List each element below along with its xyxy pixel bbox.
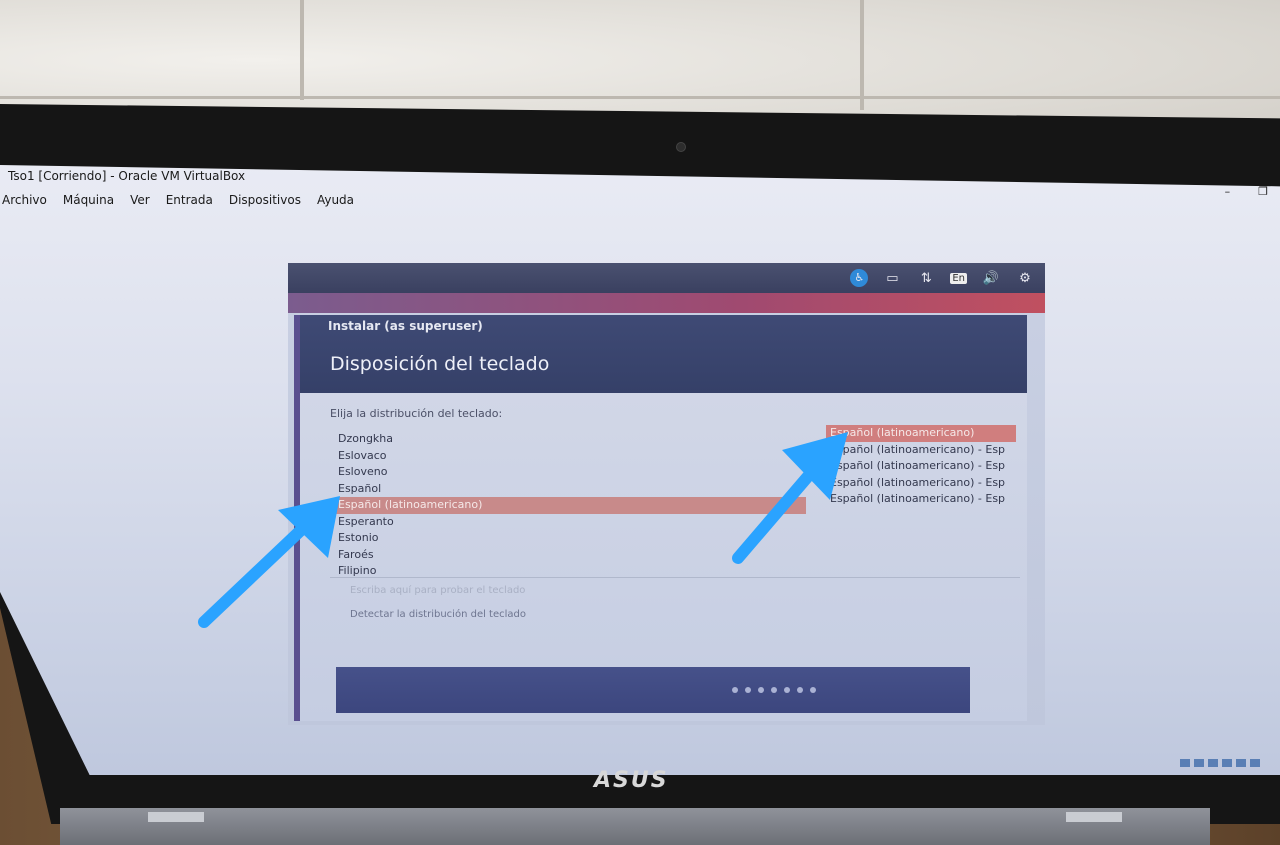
- progress-dots: [732, 687, 816, 693]
- progress-dot: [810, 687, 816, 693]
- progress-dot: [758, 687, 764, 693]
- annotation-arrow-left: [198, 496, 340, 628]
- dialog-subtitle: Instalar (as superuser): [328, 319, 483, 333]
- menu-ayuda[interactable]: Ayuda: [315, 193, 356, 207]
- installer-dialog: Instalar (as superuser) Disposición del …: [294, 315, 1027, 721]
- menu-maquina[interactable]: Máquina: [61, 193, 116, 207]
- network-icon[interactable]: ⇅: [916, 271, 936, 286]
- vm-top-panel: ♿ ▭ ⇅ En 🔊 ⚙: [288, 263, 1045, 293]
- status-icon[interactable]: [1236, 759, 1246, 767]
- volume-icon[interactable]: 🔊: [981, 271, 1001, 286]
- detect-layout-button[interactable]: Detectar la distribución del teclado: [350, 609, 526, 620]
- settings-gear-icon[interactable]: ⚙: [1015, 271, 1035, 286]
- divider: [330, 577, 1020, 578]
- status-icon[interactable]: [1250, 759, 1260, 767]
- layout-prompt: Elija la distribución del teclado:: [330, 407, 503, 420]
- menu-archivo[interactable]: Archivo: [0, 193, 49, 207]
- laptop-base: [60, 808, 1210, 845]
- menu-dispositivos[interactable]: Dispositivos: [227, 193, 303, 207]
- wall-brick-seam: [0, 96, 1280, 99]
- menu-entrada[interactable]: Entrada: [164, 193, 215, 207]
- wall-brick-seam: [300, 0, 304, 100]
- virtualbox-window-title: Tso1 [Corriendo] - Oracle VM VirtualBox: [8, 169, 246, 183]
- status-icon[interactable]: [1194, 759, 1204, 767]
- laptop-screen: Tso1 [Corriendo] - Oracle VM VirtualBox …: [0, 165, 1280, 775]
- desktop-wallpaper-strip: [288, 293, 1045, 313]
- vm-display[interactable]: ♿ ▭ ⇅ En 🔊 ⚙ Instalar (as superuser) Dis…: [288, 263, 1045, 725]
- virtualbox-status-icons: [1180, 759, 1260, 767]
- progress-dot: [745, 687, 751, 693]
- asus-logo: ASUS: [594, 768, 669, 793]
- laptop-hinge: [1066, 812, 1122, 822]
- page-title: Disposición del teclado: [330, 353, 550, 375]
- keyboard-layout-indicator[interactable]: En: [950, 272, 967, 284]
- battery-icon[interactable]: ▭: [882, 271, 902, 286]
- window-controls: – ❐: [1225, 185, 1268, 198]
- dialog-header: Instalar (as superuser) Disposición del …: [300, 315, 1027, 393]
- status-icon[interactable]: [1222, 759, 1232, 767]
- minimize-icon[interactable]: –: [1225, 185, 1231, 198]
- wall-brick-seam: [860, 0, 864, 110]
- progress-dot: [732, 687, 738, 693]
- laptop-hinge: [148, 812, 204, 822]
- status-icon[interactable]: [1180, 759, 1190, 767]
- progress-dot: [784, 687, 790, 693]
- restore-icon[interactable]: ❐: [1258, 185, 1268, 198]
- progress-dot: [771, 687, 777, 693]
- progress-dot: [797, 687, 803, 693]
- webcam-icon: [676, 142, 686, 152]
- accessibility-icon[interactable]: ♿: [850, 269, 869, 287]
- keyboard-test-input[interactable]: Escriba aquí para probar el teclado: [350, 585, 525, 596]
- status-icon[interactable]: [1208, 759, 1218, 767]
- installer-footer: [336, 667, 970, 713]
- menu-ver[interactable]: Ver: [128, 193, 152, 207]
- annotation-arrow-right: [732, 432, 848, 564]
- virtualbox-menu-bar: Archivo Máquina Ver Entrada Dispositivos…: [0, 193, 356, 207]
